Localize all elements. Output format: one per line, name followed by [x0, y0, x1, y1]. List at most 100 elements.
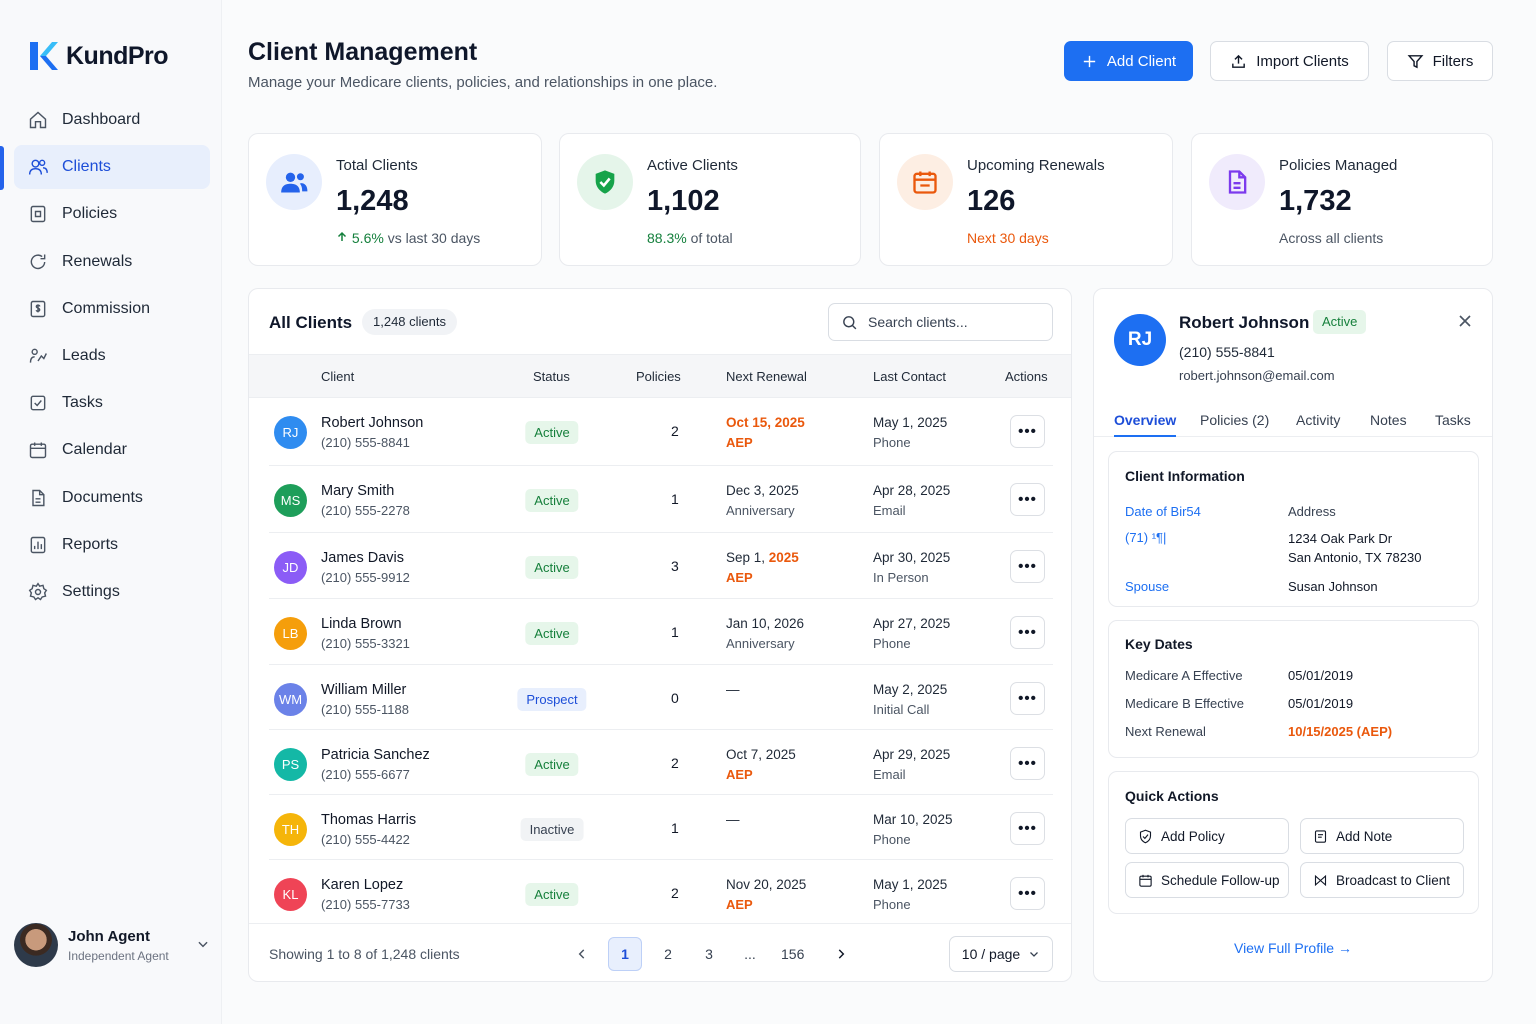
column-header-client[interactable]: Client [321, 369, 354, 384]
table-row[interactable]: TH Thomas Harris (210) 555-4422 Inactive… [269, 795, 1053, 860]
view-full-profile-link[interactable]: View Full Profile → [1094, 940, 1492, 956]
page-button-1[interactable]: 1 [608, 937, 642, 971]
row-actions-button[interactable]: ••• [1010, 483, 1045, 516]
client-email[interactable]: robert.johnson@email.com [1179, 368, 1335, 383]
renewal-type: AEP [726, 435, 753, 450]
row-actions-button[interactable]: ••• [1010, 616, 1045, 649]
sidebar-item-clients[interactable]: Clients [14, 145, 210, 190]
sidebar-item-reports[interactable]: Reports [14, 523, 210, 567]
column-header-status[interactable]: Status [533, 369, 570, 384]
user-profile-menu[interactable]: John Agent Independent Agent [14, 922, 210, 968]
app-logo[interactable]: KundPro [28, 40, 169, 72]
tab-notes[interactable]: Notes [1370, 412, 1407, 437]
refresh-icon [30, 253, 46, 269]
client-name[interactable]: Linda Brown [321, 616, 402, 632]
sidebar-item-tasks[interactable]: Tasks [14, 381, 210, 425]
client-name[interactable]: Thomas Harris [321, 812, 416, 828]
client-name[interactable]: Karen Lopez [321, 877, 403, 893]
sidebar-item-settings[interactable]: Settings [14, 570, 210, 614]
next-renewal-date: — [726, 682, 740, 697]
sidebar-item-policies[interactable]: Policies [14, 192, 210, 236]
plus-icon [1083, 55, 1096, 67]
page-subtitle: Manage your Medicare clients, policies, … [248, 74, 718, 91]
table-row[interactable]: RJ Robert Johnson (210) 555-8841 Active … [269, 398, 1053, 466]
filters-button[interactable]: Filters [1387, 41, 1493, 81]
search-input[interactable] [868, 314, 1038, 330]
page-button-156[interactable]: 156 [775, 937, 810, 971]
status-badge: Active [525, 556, 579, 579]
import-clients-button[interactable]: Import Clients [1210, 41, 1369, 81]
sidebar-item-calendar[interactable]: Calendar [14, 428, 210, 472]
sidebar-item-label: Documents [62, 488, 143, 506]
stat-card-upcoming-renewals: Upcoming Renewals 126 Next 30 days [879, 133, 1173, 266]
client-name[interactable]: William Miller [321, 682, 406, 698]
tab-policies[interactable]: Policies (2) [1200, 412, 1269, 437]
page-button-2[interactable]: 2 [651, 937, 685, 971]
page-button-3[interactable]: 3 [692, 937, 726, 971]
row-actions-button[interactable]: ••• [1010, 812, 1045, 845]
client-phone: (210) 555-8841 [321, 435, 410, 450]
sidebar-item-leads[interactable]: Leads [14, 334, 210, 378]
client-phone: (210) 555-7733 [321, 897, 410, 912]
client-name: Robert Johnson [1179, 313, 1310, 332]
key-date-label: Medicare B Effective [1125, 696, 1244, 711]
row-actions-button[interactable]: ••• [1010, 682, 1045, 715]
client-name[interactable]: Robert Johnson [321, 415, 423, 431]
renewal-type: Anniversary [726, 503, 795, 518]
client-phone: (210) 555-6677 [321, 767, 410, 782]
status-badge: Active [525, 421, 579, 444]
column-header-next-renewal[interactable]: Next Renewal [726, 369, 807, 384]
users-icon [28, 159, 48, 175]
table-row[interactable]: WM William Miller (210) 555-1188 Prospec… [269, 665, 1053, 730]
broadcast-to-client-button[interactable]: Broadcast to Client [1300, 862, 1464, 898]
per-page-select[interactable]: 10 / page [949, 936, 1053, 972]
client-name[interactable]: Mary Smith [321, 483, 394, 499]
row-actions-button[interactable]: ••• [1010, 550, 1045, 583]
client-name[interactable]: James Davis [321, 550, 404, 566]
row-actions-button[interactable]: ••• [1010, 747, 1045, 780]
status-badge: Active [1313, 310, 1367, 334]
schedule-follow-up-button[interactable]: Schedule Follow-up [1125, 862, 1289, 898]
sidebar-item-documents[interactable]: Documents [14, 476, 210, 520]
tab-activity[interactable]: Activity [1296, 412, 1340, 437]
add-note-button[interactable]: Add Note [1300, 818, 1464, 854]
client-name[interactable]: Patricia Sanchez [321, 747, 430, 763]
client-phone: (210) 555-2278 [321, 503, 410, 518]
renewal-date-part: Sep 1, [726, 550, 769, 565]
next-renewal-date: Jan 10, 2026 [726, 616, 805, 631]
section-title: Key Dates [1125, 636, 1193, 652]
row-actions-button[interactable]: ••• [1010, 415, 1045, 448]
column-header-last-contact[interactable]: Last Contact [873, 369, 946, 384]
tab-tasks[interactable]: Tasks [1435, 412, 1471, 437]
client-avatar: WM [274, 683, 307, 716]
sidebar-item-dashboard[interactable]: Dashboard [14, 98, 210, 142]
policy-count: 0 [671, 690, 679, 706]
table-row[interactable]: PS Patricia Sanchez (210) 555-6677 Activ… [269, 730, 1053, 795]
sidebar-item-renewals[interactable]: Renewals [14, 240, 210, 284]
next-page-button[interactable] [824, 937, 858, 971]
search-box[interactable] [828, 303, 1053, 341]
row-actions-button[interactable]: ••• [1010, 877, 1045, 910]
next-renewal-date: Oct 7, 2025 [726, 747, 796, 762]
renewal-type: AEP [726, 897, 753, 912]
table-row[interactable]: KL Karen Lopez (210) 555-7733 Active 2 N… [269, 860, 1053, 923]
tab-overview[interactable]: Overview [1114, 412, 1177, 437]
sidebar-item-commission[interactable]: Commission [14, 287, 210, 331]
table-row[interactable]: JD James Davis (210) 555-9912 Active 3 S… [269, 533, 1053, 599]
table-row[interactable]: MS Mary Smith (210) 555-2278 Active 1 De… [269, 466, 1053, 533]
add-policy-button[interactable]: Add Policy [1125, 818, 1289, 854]
close-panel-button[interactable] [1455, 311, 1475, 331]
column-header-policies[interactable]: Policies [636, 369, 681, 384]
table-row[interactable]: LB Linda Brown (210) 555-3321 Active 1 J… [269, 599, 1053, 665]
user-avatar [14, 923, 58, 967]
client-avatar: PS [274, 748, 307, 781]
kundpro-logo-icon [30, 42, 58, 70]
policy-count: 2 [671, 423, 679, 439]
prev-page-button[interactable] [565, 937, 599, 971]
filter-icon [1407, 54, 1424, 68]
last-contact-method: In Person [873, 570, 929, 585]
add-client-button[interactable]: Add Client [1064, 41, 1193, 81]
status-badge: Active [525, 622, 579, 645]
sidebar-item-label: Renewals [62, 252, 133, 270]
next-renewal-date: Dec 3, 2025 [726, 483, 799, 498]
